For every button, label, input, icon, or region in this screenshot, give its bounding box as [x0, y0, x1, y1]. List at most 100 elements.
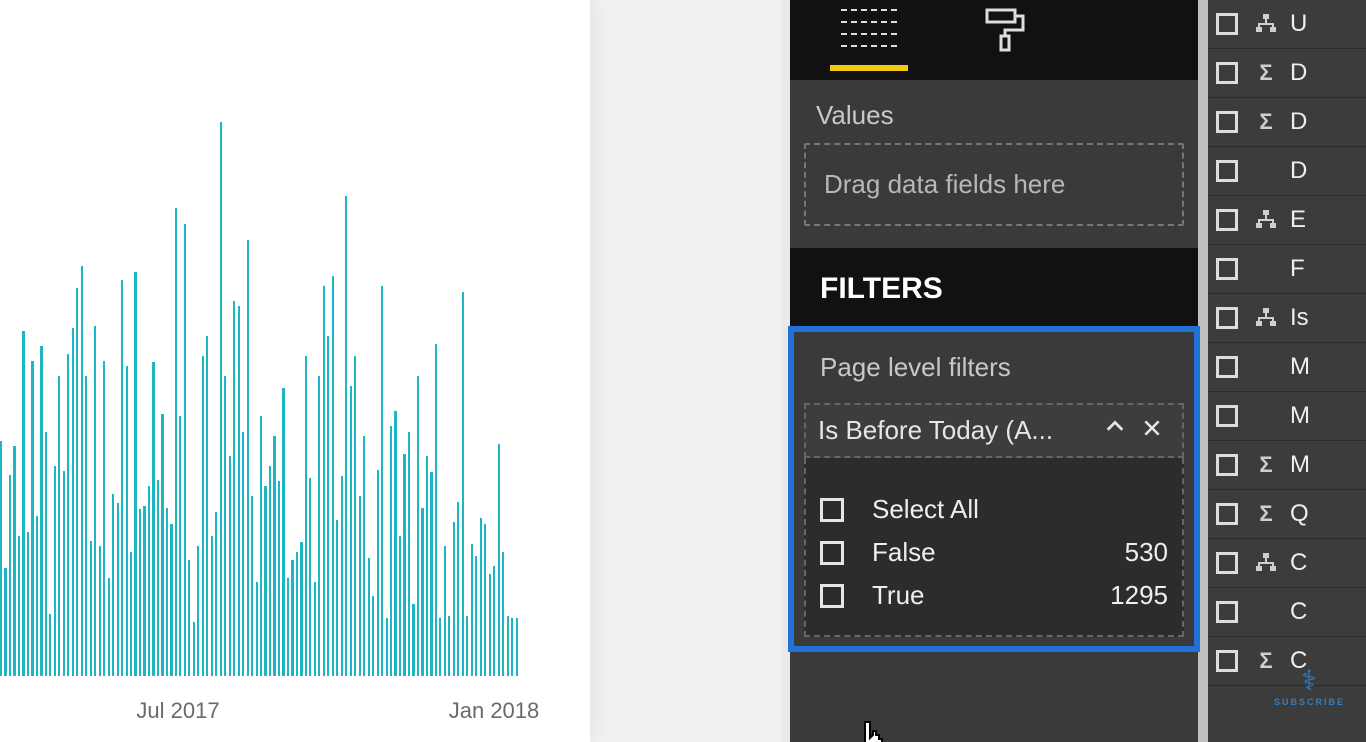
field-row[interactable]: ΣD [1208, 98, 1366, 147]
field-checkbox[interactable] [1216, 503, 1238, 525]
chart-bar [152, 362, 154, 676]
chart-bar [282, 388, 284, 676]
chart-bar [309, 478, 311, 676]
chart-bar [184, 224, 186, 676]
chart-bar [314, 582, 316, 676]
chart-bar [233, 301, 235, 676]
report-canvas[interactable]: Jul 2017 Jan 2018 [0, 0, 782, 742]
chart-bar [76, 288, 78, 676]
field-checkbox[interactable] [1216, 209, 1238, 231]
pane-splitter[interactable] [782, 0, 790, 742]
field-checkbox[interactable] [1216, 111, 1238, 133]
filter-option-false[interactable]: False 530 [820, 531, 1168, 574]
chart-bar [484, 524, 486, 676]
field-checkbox[interactable] [1216, 307, 1238, 329]
field-checkbox[interactable] [1216, 454, 1238, 476]
filters-body: Page level filters Is Before Today (A...… [790, 330, 1198, 742]
field-row[interactable]: M [1208, 343, 1366, 392]
chart-bar [471, 544, 473, 676]
chart-bar [480, 518, 482, 676]
chart-bar [345, 196, 347, 676]
chart-bar [72, 328, 74, 676]
chart-bar [251, 496, 253, 676]
checkbox[interactable] [820, 498, 844, 522]
filter-card-header[interactable]: Is Before Today (A... [804, 403, 1184, 458]
collapse-filter-icon[interactable] [1096, 416, 1134, 445]
x-axis-tick: Jul 2017 [136, 698, 219, 724]
field-name: E [1290, 206, 1306, 234]
chart-bar [332, 276, 334, 676]
hierarchy-icon [1252, 304, 1280, 332]
chart-bar [242, 432, 244, 676]
field-checkbox[interactable] [1216, 356, 1238, 378]
field-checkbox[interactable] [1216, 62, 1238, 84]
filter-option-true[interactable]: True 1295 [820, 574, 1168, 617]
field-checkbox[interactable] [1216, 13, 1238, 35]
field-row[interactable]: E [1208, 196, 1366, 245]
chart-visual[interactable]: Jul 2017 Jan 2018 [0, 0, 590, 742]
pane-splitter[interactable] [1198, 0, 1208, 742]
field-row[interactable]: ΣQ [1208, 490, 1366, 539]
field-name: M [1290, 353, 1310, 381]
field-name: M [1290, 451, 1310, 479]
visualizations-pane: Values Drag data fields here FILTERS Pag… [790, 0, 1198, 742]
chart-bar [170, 524, 172, 676]
chart-bar [507, 616, 509, 676]
field-row[interactable]: ΣM [1208, 441, 1366, 490]
checkbox[interactable] [820, 584, 844, 608]
chart-bar [67, 354, 69, 676]
blank-icon [1252, 353, 1280, 381]
chart-bar [161, 414, 163, 676]
field-checkbox[interactable] [1216, 650, 1238, 672]
values-drop-well[interactable]: Drag data fields here [804, 143, 1184, 226]
format-tab[interactable] [966, 6, 1044, 74]
chart-bar [256, 582, 258, 676]
chart-bar [318, 376, 320, 676]
chart-bar [260, 416, 262, 676]
checkbox[interactable] [820, 541, 844, 565]
field-row[interactable]: D [1208, 147, 1366, 196]
hierarchy-icon [1252, 206, 1280, 234]
filter-option-select-all[interactable]: Select All [820, 488, 1168, 531]
chart-bar [350, 386, 352, 676]
chart-bar [224, 376, 226, 676]
chart-bar [453, 522, 455, 676]
chart-bar [211, 536, 213, 676]
chart-bar [399, 536, 401, 676]
fields-tab[interactable] [830, 9, 908, 71]
field-row[interactable]: M [1208, 392, 1366, 441]
field-row[interactable]: C [1208, 539, 1366, 588]
chart-bar [300, 542, 302, 676]
chart-bar [264, 486, 266, 676]
field-row[interactable]: Is [1208, 294, 1366, 343]
chart-bar [511, 618, 513, 676]
page-level-filters-label: Page level filters [804, 330, 1184, 399]
field-checkbox[interactable] [1216, 160, 1238, 182]
chart-bar [448, 616, 450, 676]
chart-bar [215, 512, 217, 676]
field-row[interactable]: F [1208, 245, 1366, 294]
chart-bar [58, 376, 60, 676]
fields-tab-icon [841, 9, 897, 51]
remove-filter-icon[interactable] [1134, 417, 1170, 445]
field-row[interactable]: U [1208, 0, 1366, 49]
field-checkbox[interactable] [1216, 258, 1238, 280]
field-checkbox[interactable] [1216, 552, 1238, 574]
field-row[interactable]: ΣD [1208, 49, 1366, 98]
field-row[interactable]: C [1208, 588, 1366, 637]
chart-bar [363, 436, 365, 676]
chart-bar [475, 556, 477, 676]
chart-plot-area [0, 100, 520, 676]
chart-bar [247, 240, 249, 676]
chart-bar [439, 618, 441, 676]
viz-format-tabs [790, 0, 1198, 80]
chart-bar [13, 446, 15, 676]
field-name: D [1290, 108, 1307, 136]
chart-bar [417, 376, 419, 676]
chart-bar [179, 416, 181, 676]
chart-bar [238, 306, 240, 676]
field-name: C [1290, 549, 1307, 577]
field-checkbox[interactable] [1216, 601, 1238, 623]
field-checkbox[interactable] [1216, 405, 1238, 427]
chart-bar [457, 502, 459, 676]
